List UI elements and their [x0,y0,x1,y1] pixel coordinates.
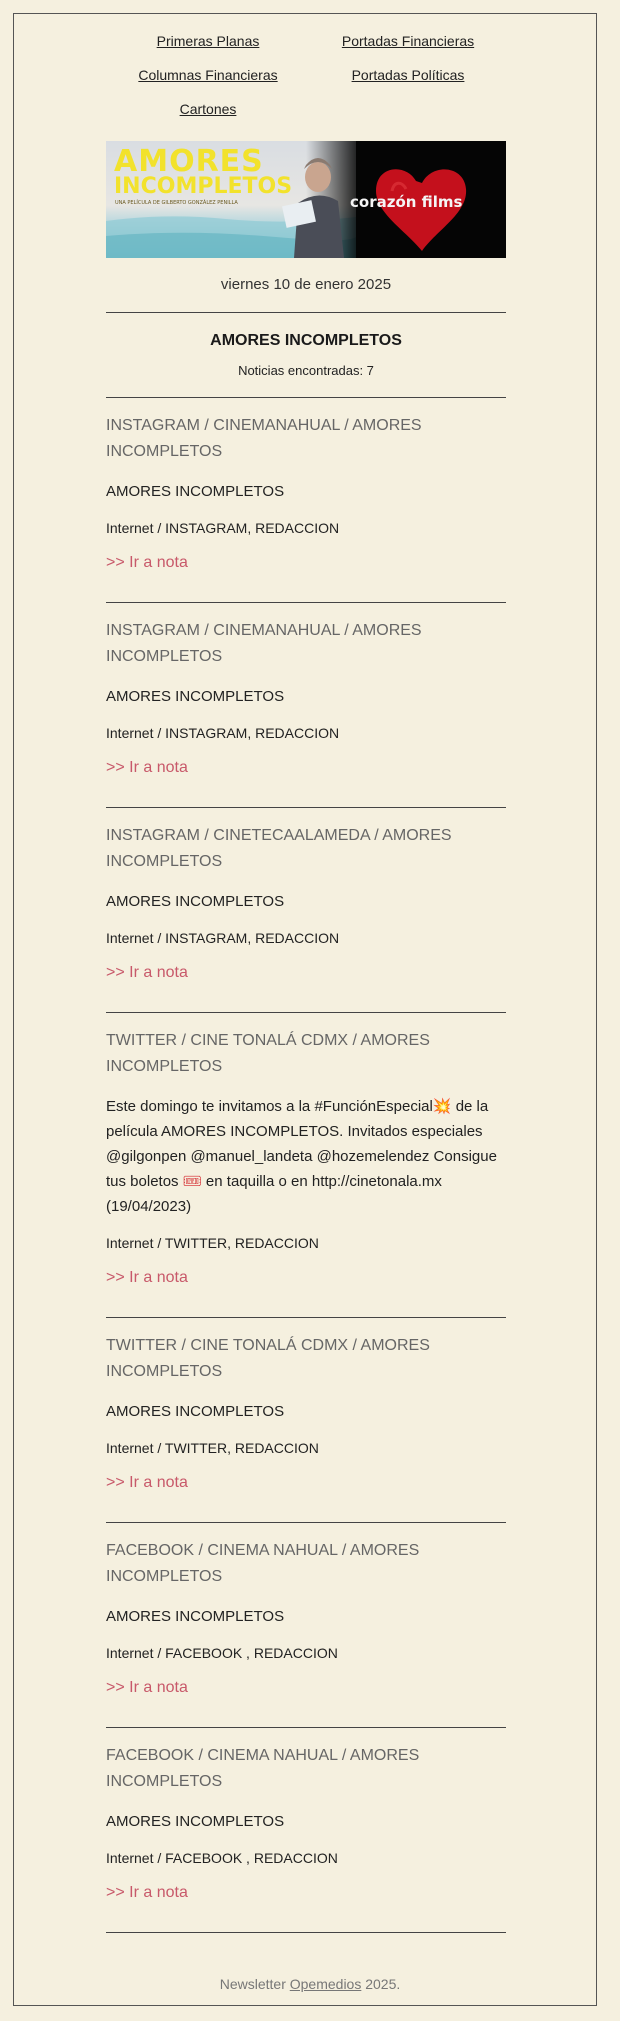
divider [106,1932,506,1933]
news-item: FACEBOOK / CINEMA NAHUAL / AMORES INCOMP… [106,1743,506,1902]
news-item-title: INSTAGRAM / CINEMANAHUAL / AMORES INCOMP… [106,417,422,460]
news-item-source: Internet / FACEBOOK , REDACCION [106,1645,338,1661]
banner-title-line2: INCOMPLETOS [114,174,293,199]
ticket-icon: 🎟 [182,1173,202,1190]
news-item: INSTAGRAM / CINETECAALAMEDA / AMORES INC… [106,823,506,982]
banner-brand: corazón films [350,193,463,211]
news-item-source: Internet / INSTAGRAM, REDACCION [106,930,340,946]
news-item-text-part: Este domingo te invitamos a la #FunciónE… [106,1098,433,1115]
news-item: FACEBOOK / CINEMA NAHUAL / AMORES INCOMP… [106,1538,506,1697]
news-item-title: INSTAGRAM / CINETECAALAMEDA / AMORES INC… [106,827,452,870]
news-item-source: Internet / INSTAGRAM, REDACCION [106,520,340,536]
banner-tagline: UNA PELÍCULA DE GILBERTO GONZÁLEZ PENILL… [115,200,238,206]
news-item-source: Internet / INSTAGRAM, REDACCION [106,725,340,741]
news-item-title: INSTAGRAM / CINEMANAHUAL / AMORES INCOMP… [106,622,422,665]
divider [106,397,506,398]
news-item-title: FACEBOOK / CINEMA NAHUAL / AMORES INCOMP… [106,1747,420,1790]
footer-suffix: 2025. [361,1976,401,1992]
news-item-source: Internet / TWITTER, REDACCION [106,1440,319,1456]
nav-link-portadas-politicas[interactable]: Portadas Políticas [352,67,465,83]
news-item-text: AMORES INCOMPLETOS [106,1403,285,1420]
divider [106,1727,506,1728]
footer: Newsletter Opemedios 2025. [0,1976,620,1992]
news-item: INSTAGRAM / CINEMANAHUAL / AMORES INCOMP… [106,618,506,777]
news-item-source: Internet / FACEBOOK , REDACCION [106,1850,338,1866]
news-item-link[interactable]: >> Ir a nota [106,1884,188,1902]
news-item-link[interactable]: >> Ir a nota [106,1474,188,1492]
news-item-text: Este domingo te invitamos a la #FunciónE… [106,1094,506,1219]
divider [106,1012,506,1013]
collision-icon: 💥 [432,1098,452,1115]
nav-link-columnas-financieras[interactable]: Columnas Financieras [138,67,277,83]
news-item-source: Internet / TWITTER, REDACCION [106,1235,319,1251]
news-item-text: AMORES INCOMPLETOS [106,688,285,705]
news-item-link[interactable]: >> Ir a nota [106,964,188,982]
divider [106,312,506,313]
movie-banner[interactable]: AMORES INCOMPLETOS UNA PELÍCULA DE GILBE… [106,141,506,258]
news-item-link[interactable]: >> Ir a nota [106,1269,188,1287]
news-item-text: AMORES INCOMPLETOS [106,483,285,500]
footer-link-opemedios[interactable]: Opemedios [290,1976,362,1992]
footer-prefix: Newsletter [219,1976,290,1992]
news-item-title: FACEBOOK / CINEMA NAHUAL / AMORES INCOMP… [106,1542,420,1585]
news-item-title: TWITTER / CINE TONALÁ CDMX / AMORES INCO… [106,1032,430,1075]
news-item: TWITTER / CINE TONALÁ CDMX / AMORES INCO… [106,1028,506,1287]
newsletter-date: viernes 10 de enero 2025 [220,276,392,293]
news-item-link[interactable]: >> Ir a nota [106,1679,188,1697]
news-item: TWITTER / CINE TONALÁ CDMX / AMORES INCO… [106,1333,506,1492]
section-title: AMORES INCOMPLETOS [210,332,402,349]
news-item-text: AMORES INCOMPLETOS [106,893,285,910]
nav-link-portadas-financieras[interactable]: Portadas Financieras [342,33,474,49]
news-item-link[interactable]: >> Ir a nota [106,759,188,777]
divider [106,602,506,603]
news-item-title: TWITTER / CINE TONALÁ CDMX / AMORES INCO… [106,1337,430,1380]
banner-title-line1: AMORES [114,144,264,179]
divider [106,1522,506,1523]
divider [106,807,506,808]
nav-link-primeras-planas[interactable]: Primeras Planas [157,33,260,49]
news-item: INSTAGRAM / CINEMANAHUAL / AMORES INCOMP… [106,413,506,572]
divider [106,1317,506,1318]
results-count: Noticias encontradas: 7 [238,363,374,378]
news-item-text: AMORES INCOMPLETOS [106,1608,285,1625]
news-item-link[interactable]: >> Ir a nota [106,554,188,572]
nav-link-cartones[interactable]: Cartones [180,101,237,117]
news-item-text: AMORES INCOMPLETOS [106,1813,285,1830]
